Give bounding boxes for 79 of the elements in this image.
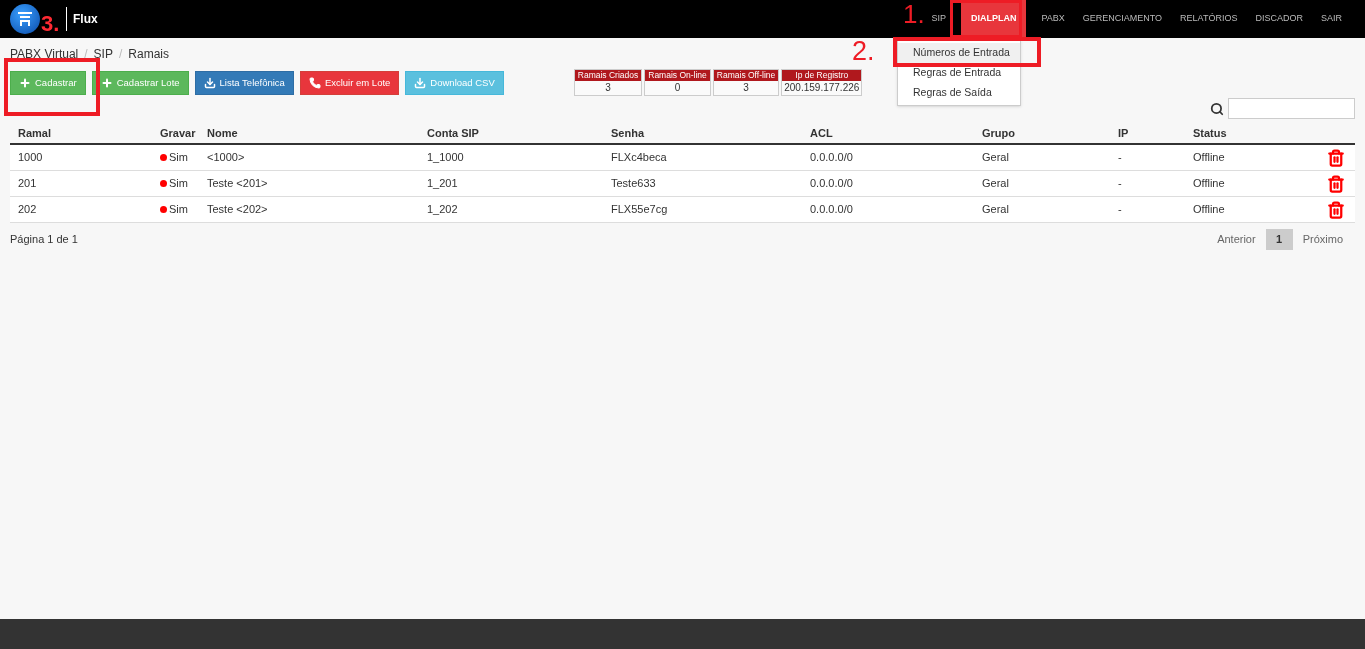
download-icon — [414, 77, 427, 89]
column-header: Conta SIP — [426, 125, 480, 141]
stat-value: 0 — [673, 81, 682, 95]
action-button[interactable]: Lista Telefônica — [194, 71, 294, 95]
stat-label: Ip de Registro — [782, 70, 862, 81]
table-cell-text: 0.0.0.0/0 — [810, 202, 853, 218]
column-header: Senha — [610, 125, 646, 141]
table-cell-text: 0.0.0.0/0 — [810, 150, 853, 166]
table-cell-text: Teste633 — [611, 176, 656, 192]
phone-icon — [308, 77, 321, 89]
step-number: 2. — [852, 38, 875, 65]
table-cell-text: Sim — [169, 202, 188, 218]
table-cell-text: 1_1000 — [427, 150, 464, 166]
table-cell-text: Offline — [1193, 176, 1225, 192]
table-cell-text: Teste <201> — [207, 176, 268, 192]
previous-link[interactable]: Anterior — [1207, 231, 1266, 248]
stat-label: Ramais Criados — [574, 70, 642, 81]
table-cell-text: Offline — [1193, 150, 1225, 166]
stat-value: 200.159.177.226 — [783, 81, 861, 95]
menu-item[interactable]: Regras de Entrada — [898, 63, 1020, 83]
stat-label: Ramais Off-line — [713, 70, 779, 81]
breadcrumb-item[interactable]: PABX Virtual — [10, 45, 79, 63]
column-header: Nome — [206, 125, 239, 141]
table-cell-text: 0.0.0.0/0 — [810, 176, 853, 192]
nav-tab[interactable]: RELATÓRIOS — [1171, 0, 1247, 38]
brand-name: Flux — [73, 11, 98, 28]
table-cell-text: 1_202 — [427, 202, 458, 218]
nav-tab[interactable]: DISCADOR — [1246, 0, 1312, 38]
column-header: ACL — [809, 125, 834, 141]
nav-tab[interactable]: SIP — [922, 0, 955, 38]
table-cell-text: Teste <202> — [207, 202, 268, 218]
logo-icon — [10, 4, 40, 34]
breadcrumb-item[interactable]: SIP — [93, 45, 113, 63]
menu-item[interactable]: Números de Entrada — [898, 43, 1020, 63]
delete-icon[interactable] — [1327, 174, 1345, 193]
table-cell-text: - — [1118, 150, 1122, 166]
search-field[interactable] — [1228, 98, 1355, 119]
column-header: IP — [1117, 125, 1130, 141]
table-cell-text: 201 — [18, 176, 37, 192]
table-cell-text: - — [1118, 202, 1122, 218]
plus-icon — [100, 77, 113, 89]
step-number: 1. — [903, 1, 925, 27]
column-header: Gravar — [159, 125, 197, 141]
table-cell-text: 1_201 — [427, 176, 458, 192]
breadcrumb-separator: / — [118, 46, 123, 63]
menu-item[interactable]: Regras de Saída — [898, 83, 1020, 103]
table-cell-text: Geral — [982, 150, 1009, 166]
table-cell-text: FLXc4beca — [611, 150, 667, 166]
table-cell-text: Offline — [1193, 202, 1225, 218]
table-cell-text: - — [1118, 176, 1122, 192]
nav-tab[interactable]: PABX — [1032, 0, 1074, 38]
table-cell-text: Geral — [982, 202, 1009, 218]
table-cell-text: FLX55e7cg — [611, 202, 668, 218]
nav-tab[interactable]: GERENCIAMENTO — [1073, 0, 1172, 38]
table-cell-text: 202 — [18, 202, 37, 218]
download-icon — [203, 77, 216, 89]
stat-value: 3 — [604, 81, 612, 95]
breadcrumb-separator: / — [84, 46, 88, 63]
table-cell-text: Sim — [169, 150, 188, 166]
stat-value: 3 — [742, 81, 750, 95]
delete-icon[interactable] — [1327, 148, 1345, 167]
action-button[interactable]: Excluir em Lote — [299, 71, 400, 95]
step-number: 3. — [41, 13, 60, 35]
page-info: Página 1 de 1 — [10, 232, 78, 248]
search-icon — [1210, 101, 1224, 116]
breadcrumb-item: Ramais — [128, 46, 169, 63]
next-link[interactable]: Próximo — [1292, 231, 1353, 248]
table-cell-text: Sim — [169, 176, 188, 192]
table-cell-text: 1000 — [18, 150, 43, 166]
column-header: Status — [1192, 125, 1228, 141]
stat-label: Ramais On-line — [645, 70, 710, 81]
table-cell-text: Geral — [982, 176, 1009, 192]
delete-icon[interactable] — [1327, 200, 1345, 219]
column-header: Ramal — [17, 125, 53, 141]
column-header: Grupo — [981, 125, 1016, 141]
plus-icon — [19, 77, 31, 89]
table-cell-text: <1000> — [207, 150, 245, 166]
page-number[interactable]: 1 — [1265, 229, 1293, 250]
nav-tab[interactable]: SAIR — [1312, 0, 1351, 38]
